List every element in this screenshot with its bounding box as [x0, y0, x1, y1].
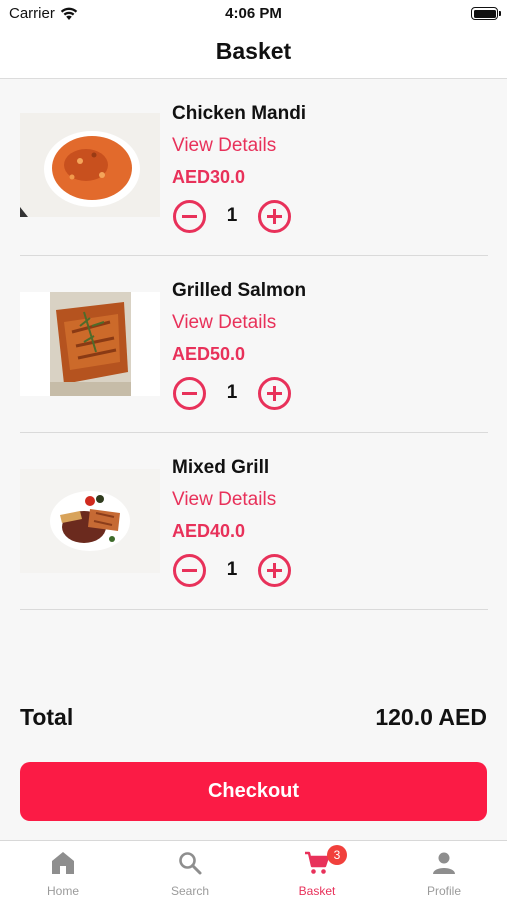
minus-icon [182, 215, 197, 218]
item-price: AED30.0 [172, 167, 246, 187]
item-name: Grilled Salmon [172, 280, 307, 301]
tab-label: Home [46, 884, 79, 898]
item-price: AED40.0 [172, 521, 246, 541]
basket-item: Grilled Salmon View Details AED50.0 1 [20, 256, 488, 433]
nav-bar: Basket [0, 30, 507, 79]
grill-plate-image [20, 469, 160, 573]
cart-count-badge: 3 [327, 845, 347, 865]
status-bar: Carrier 4:06 PM [0, 0, 507, 30]
tab-label: Search [170, 884, 210, 898]
tab-search[interactable]: Search [127, 841, 253, 900]
increase-quantity-button[interactable] [258, 554, 291, 587]
plus-icon [273, 563, 276, 578]
quantity-value: 1 [226, 205, 238, 226]
basket-item: Chicken Mandi View Details AED30.0 1 [20, 79, 488, 256]
tab-basket[interactable]: 3 Basket [254, 841, 380, 900]
decrease-quantity-button[interactable] [173, 377, 206, 410]
tab-label: Basket [298, 884, 336, 898]
quantity-value: 1 [226, 382, 238, 403]
search-icon [179, 852, 202, 875]
battery-icon [471, 7, 501, 20]
view-details-link[interactable]: View Details [172, 489, 276, 511]
plus-icon [273, 386, 276, 401]
tab-home[interactable]: Home [0, 841, 126, 900]
quantity-value: 1 [226, 559, 238, 580]
home-icon [52, 852, 74, 874]
item-name: Mixed Grill [172, 457, 270, 478]
total-value: 120.0 AED [375, 704, 487, 730]
salmon-image [20, 292, 160, 396]
tab-profile[interactable]: Profile [381, 841, 507, 900]
item-name: Chicken Mandi [172, 103, 307, 124]
minus-icon [182, 569, 197, 572]
tab-label: Profile [426, 884, 461, 898]
increase-quantity-button[interactable] [258, 377, 291, 410]
item-price: AED50.0 [172, 344, 246, 364]
decrease-quantity-button[interactable] [173, 554, 206, 587]
view-details-link[interactable]: View Details [172, 135, 276, 157]
plus-icon [273, 209, 276, 224]
status-time: 4:06 PM [225, 5, 282, 22]
increase-quantity-button[interactable] [258, 200, 291, 233]
page-title: Basket [215, 38, 292, 64]
minus-icon [182, 392, 197, 395]
total-label: Total [20, 704, 74, 730]
view-details-link[interactable]: View Details [172, 312, 276, 334]
tab-bar: Home Search 3 Basket Profile [0, 840, 507, 900]
rice-dish-image [20, 113, 160, 217]
decrease-quantity-button[interactable] [173, 200, 206, 233]
basket-item: Mixed Grill View Details AED40.0 1 [20, 433, 488, 610]
checkout-button[interactable]: Checkout [20, 762, 487, 821]
person-icon [433, 852, 455, 874]
